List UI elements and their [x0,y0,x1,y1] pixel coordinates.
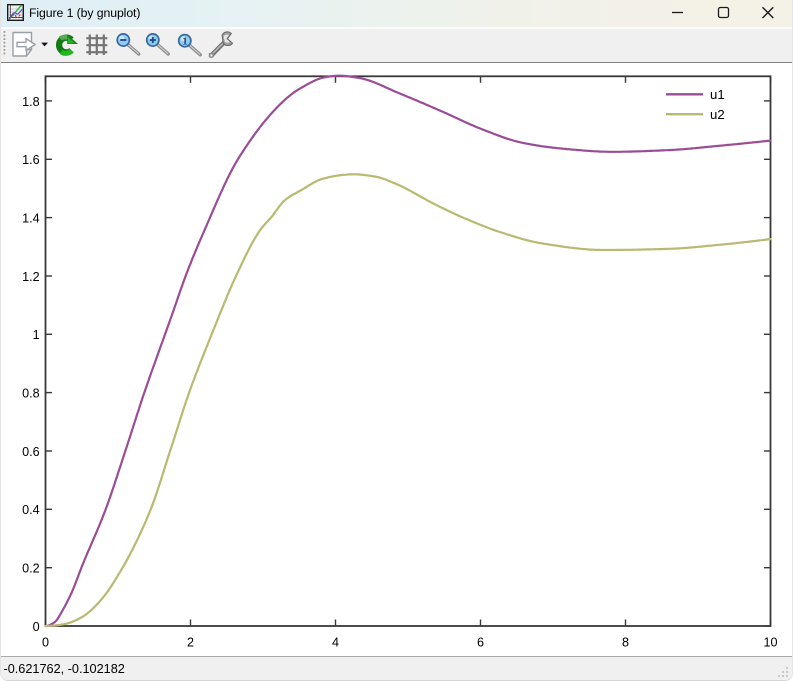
svg-text:2: 2 [187,636,194,650]
svg-text:1.6: 1.6 [22,153,40,167]
svg-text:u1: u1 [710,87,725,102]
svg-text:6: 6 [477,636,484,650]
svg-text:0.6: 0.6 [22,445,40,459]
svg-text:10: 10 [763,636,777,650]
svg-text:1.2: 1.2 [22,270,40,284]
svg-text:1.8: 1.8 [22,95,40,109]
svg-text:0: 0 [33,620,40,634]
svg-text:8: 8 [622,636,629,650]
svg-text:0.8: 0.8 [22,387,40,401]
svg-text:4: 4 [332,636,339,650]
svg-text:u2: u2 [710,107,725,122]
svg-text:0.2: 0.2 [22,562,40,576]
svg-text:1: 1 [182,36,188,48]
svg-text:1.4: 1.4 [22,212,40,226]
svg-text:0: 0 [42,636,49,650]
svg-text:1: 1 [33,328,40,342]
svg-text:0.4: 0.4 [22,503,40,517]
